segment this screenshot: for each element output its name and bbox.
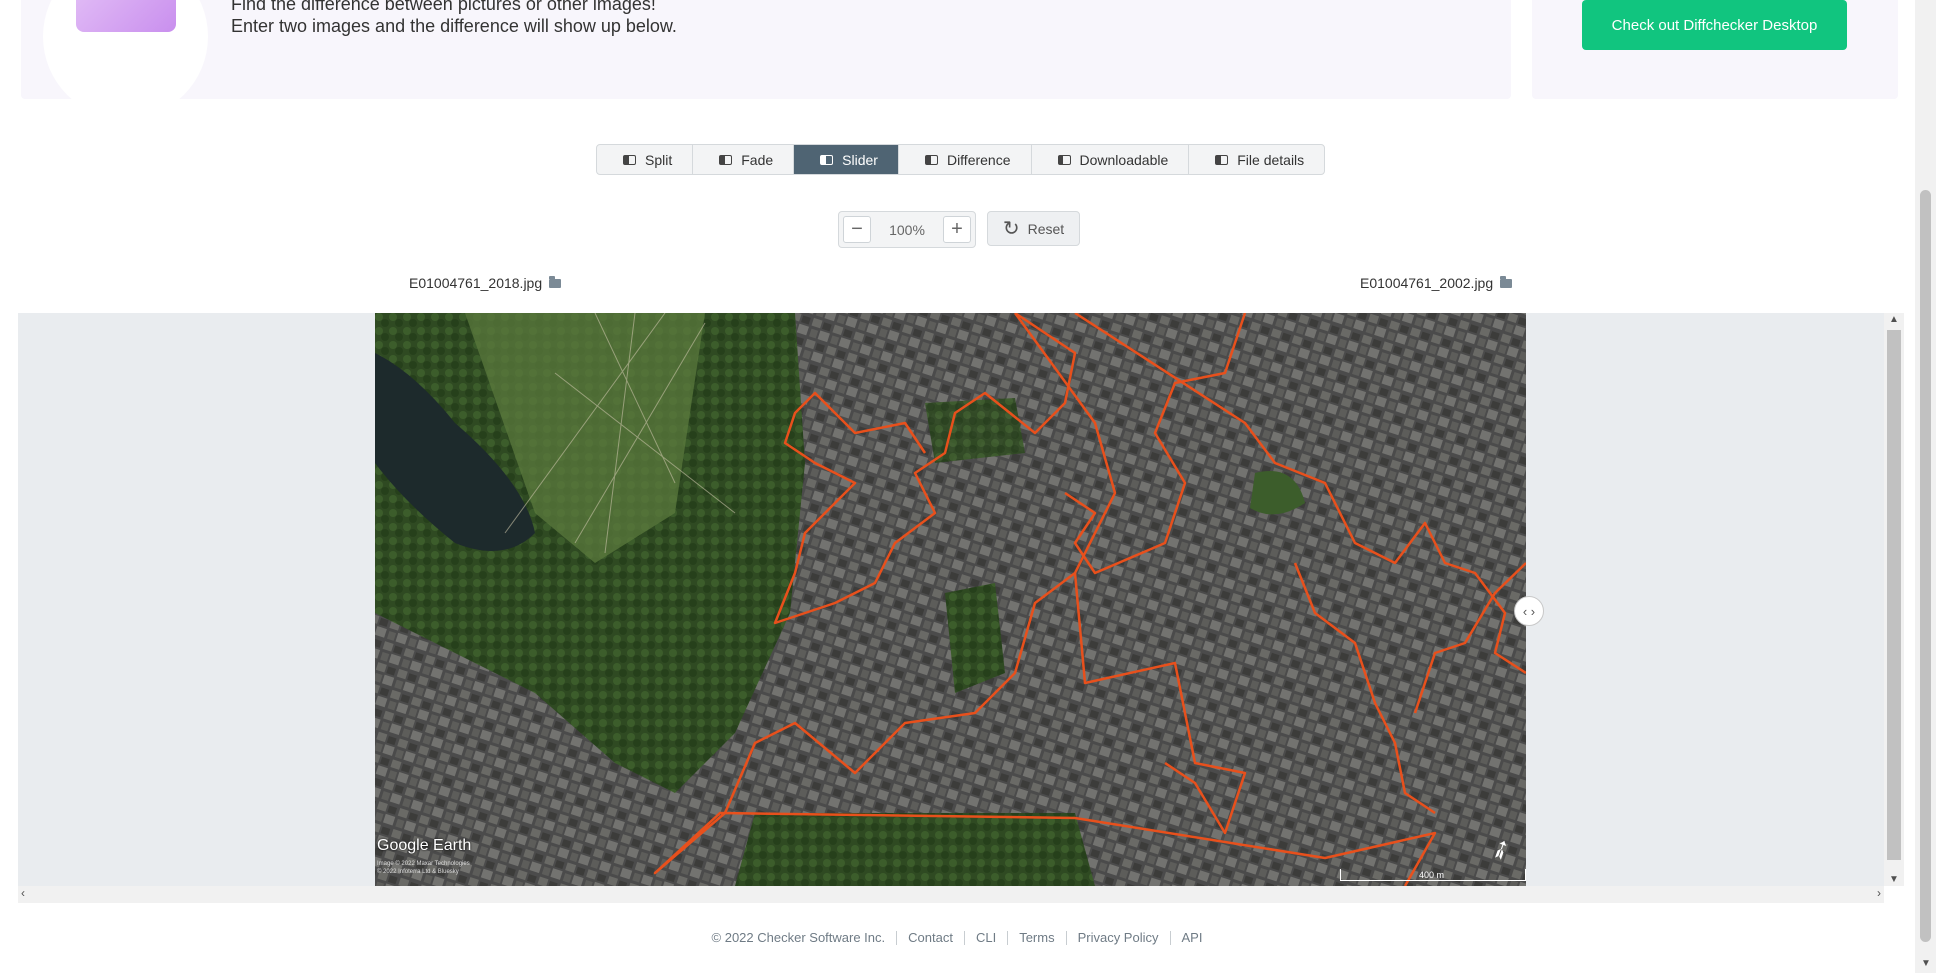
reset-label: Reset bbox=[1027, 220, 1065, 237]
left-file-label: E01004761_2018.jpg bbox=[409, 275, 543, 291]
attribution-line2: © 2022 Infoterra Ltd & Bluesky bbox=[377, 869, 459, 875]
difference-icon bbox=[924, 154, 938, 165]
zoom-control: − 100% + bbox=[838, 211, 976, 248]
footer-link-terms[interactable]: Terms bbox=[1007, 931, 1065, 945]
right-file-name: E01004761_2002.jpg bbox=[1360, 275, 1513, 291]
reset-zoom-button[interactable]: ↻ Reset bbox=[987, 211, 1080, 246]
hero-description-line1: Find the difference between pictures or … bbox=[231, 0, 656, 14]
zoom-level: 100% bbox=[889, 221, 925, 238]
split-icon bbox=[623, 154, 636, 165]
hero-description-line2: Enter two images and the difference will… bbox=[231, 16, 677, 36]
image-icon bbox=[76, 0, 176, 32]
scroll-down-icon[interactable]: ▼ bbox=[1921, 958, 1931, 969]
panel-vertical-scrollbar[interactable]: ▲ ▼ bbox=[1884, 313, 1904, 886]
tab-label: Difference bbox=[946, 151, 1011, 168]
fade-icon bbox=[719, 154, 733, 165]
map-graphic bbox=[375, 313, 1526, 886]
tab-difference[interactable]: Difference bbox=[899, 145, 1032, 174]
drag-arrows-icon: ‹ › bbox=[1522, 603, 1536, 619]
diffchecker-desktop-button[interactable]: Check out Diffchecker Desktop bbox=[1582, 0, 1847, 50]
tab-label: Split bbox=[645, 151, 673, 168]
download-icon bbox=[1057, 154, 1071, 165]
tab-fade[interactable]: Fade bbox=[693, 145, 795, 174]
scrollbar-thumb[interactable] bbox=[1887, 330, 1901, 860]
page-scrollbar-thumb[interactable] bbox=[1920, 190, 1931, 942]
scroll-right-icon[interactable]: › bbox=[1877, 886, 1881, 900]
zoom-out-button[interactable]: − bbox=[843, 216, 871, 243]
right-file-label: E01004761_2002.jpg bbox=[1360, 275, 1494, 291]
tab-downloadable[interactable]: Downloadable bbox=[1032, 145, 1190, 174]
footer-link-cli[interactable]: CLI bbox=[963, 931, 1007, 945]
refresh-icon: ↻ bbox=[1002, 218, 1020, 240]
file-details-icon bbox=[1215, 154, 1229, 165]
folder-icon[interactable] bbox=[549, 275, 562, 288]
footer-link-contact[interactable]: Contact bbox=[896, 931, 964, 945]
attribution-line1: Image © 2022 Maxar Technologies bbox=[377, 861, 470, 867]
tab-label: Fade bbox=[741, 151, 774, 168]
footer-link-privacy[interactable]: Privacy Policy bbox=[1065, 931, 1170, 945]
footer-copyright: © 2022 Checker Software Inc. bbox=[711, 930, 886, 945]
zoom-in-button[interactable]: + bbox=[943, 216, 971, 243]
view-mode-tabs: Split Fade Slider Difference Downloadabl… bbox=[596, 144, 1326, 175]
map-scale-bar: 400 m bbox=[1340, 869, 1526, 881]
panel-horizontal-scrollbar[interactable]: ‹ › bbox=[18, 886, 1884, 903]
tab-split[interactable]: Split bbox=[597, 145, 694, 174]
slider-icon bbox=[820, 154, 834, 165]
page-footer: © 2022 Checker Software Inc. Contact CLI… bbox=[0, 931, 1914, 945]
scroll-left-icon[interactable]: ‹ bbox=[21, 886, 25, 900]
google-earth-logo: Google Earth bbox=[377, 837, 472, 854]
tab-label: File details bbox=[1237, 151, 1305, 168]
scroll-down-icon[interactable]: ▼ bbox=[1889, 874, 1899, 885]
footer-link-api[interactable]: API bbox=[1169, 931, 1214, 945]
tab-label: Downloadable bbox=[1079, 151, 1169, 168]
map-attribution: Image © 2022 Maxar Technologies © 2022 I… bbox=[377, 860, 470, 876]
scale-label: 400 m bbox=[1419, 870, 1445, 880]
tab-label: Slider bbox=[842, 151, 878, 168]
folder-icon[interactable] bbox=[1500, 275, 1513, 288]
page-scrollbar[interactable]: ▼ bbox=[1915, 0, 1936, 973]
scroll-up-icon[interactable]: ▲ bbox=[1889, 314, 1899, 325]
tab-file-details[interactable]: File details bbox=[1189, 145, 1324, 174]
satellite-map-image bbox=[375, 313, 1526, 886]
left-file-name: E01004761_2018.jpg bbox=[409, 275, 562, 291]
slider-handle[interactable]: ‹ › bbox=[1514, 596, 1544, 626]
tab-slider[interactable]: Slider bbox=[794, 145, 899, 174]
